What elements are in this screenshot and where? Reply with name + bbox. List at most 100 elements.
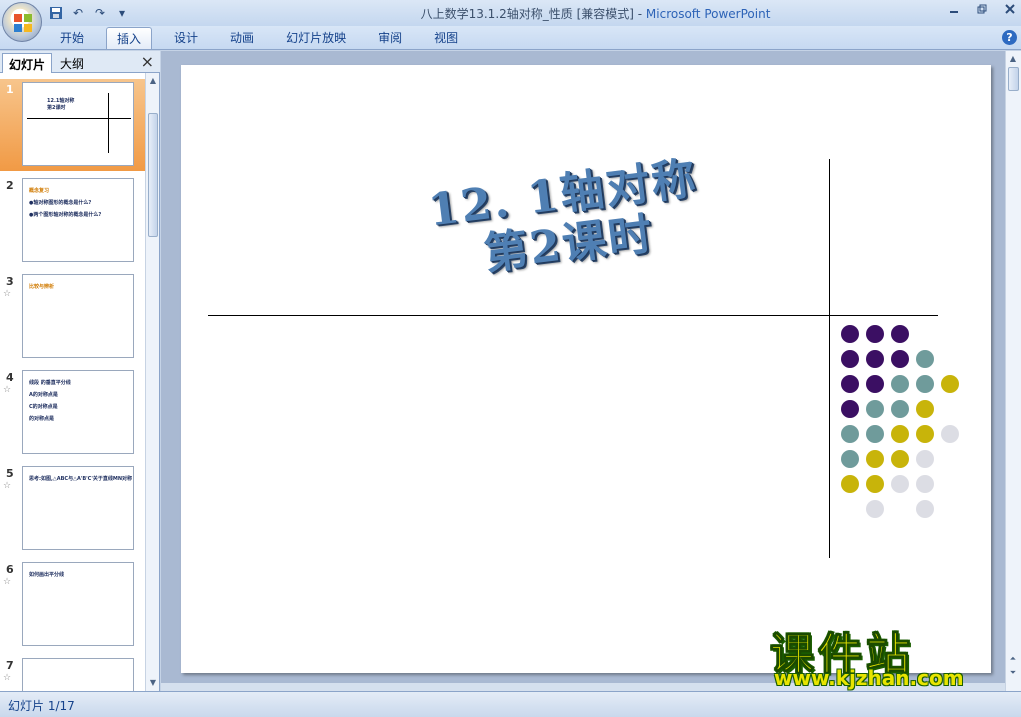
tab-animations[interactable]: 动画: [220, 27, 264, 49]
restore-icon[interactable]: [975, 2, 989, 16]
tab-review[interactable]: 审阅: [368, 27, 412, 49]
thumbnail-text: ●轴对称图形的概念是什么?: [29, 200, 92, 206]
app-name: Microsoft PowerPoint: [645, 7, 771, 21]
status-bar: 幻灯片 1/17: [0, 691, 1021, 717]
slide-thumbnail[interactable]: 7 ☆: [0, 655, 145, 691]
thumbnail-text: 第2课时: [47, 105, 66, 111]
slide-title[interactable]: 12. 1轴对称 第2课时: [361, 146, 770, 294]
panel-tabs: 幻灯片 大纲 ×: [0, 51, 160, 73]
decorative-dot: [841, 325, 859, 343]
decorative-dot: [841, 475, 859, 493]
decorative-dot: [866, 350, 884, 368]
decorative-dot: [916, 400, 934, 418]
decorative-dot: [941, 425, 959, 443]
tab-insert[interactable]: 插入: [106, 27, 153, 49]
decorative-dot: [916, 350, 934, 368]
animation-star-icon: ☆: [3, 289, 12, 299]
decorative-dot: [866, 500, 884, 518]
slide-editing-area: 12. 1轴对称 第2课时: [161, 51, 1005, 691]
scroll-up-icon[interactable]: ▲: [1007, 53, 1019, 65]
slide-indicator: 幻灯片 1/17: [8, 699, 75, 713]
document-title: 八上数学13.1.2轴对称_性质 [兼容模式] -: [420, 7, 646, 21]
thumbnail-scrollbar[interactable]: ▲ ▼: [145, 73, 159, 691]
decorative-dot: [866, 450, 884, 468]
vertical-rule: [829, 159, 830, 558]
thumbnail-rule: [108, 93, 109, 153]
decorative-dot-grid: [841, 325, 971, 525]
office-button[interactable]: [2, 2, 42, 42]
close-icon[interactable]: ×: [141, 53, 154, 71]
decorative-dot: [841, 400, 859, 418]
decorative-dot: [916, 450, 934, 468]
animation-star-icon: ☆: [3, 577, 12, 587]
thumbnail-text: A的对称点是: [29, 392, 58, 398]
thumbnail-number: 5: [6, 467, 14, 480]
tab-home[interactable]: 开始: [50, 27, 94, 49]
close-icon[interactable]: [1003, 2, 1017, 16]
ribbon-tabs: 开始 插入 设计 动画 幻灯片放映 审阅 视图: [50, 27, 480, 49]
decorative-dot: [866, 325, 884, 343]
thumbnail-preview: 概念复习 ●轴对称图形的概念是什么? ●两个图形轴对称的概念是什么?: [22, 178, 134, 262]
minimize-icon[interactable]: [947, 2, 961, 16]
slide-thumbnail[interactable]: 6 ☆ 如何画出平分线: [0, 559, 145, 651]
slide-scrollbar[interactable]: ▲ ⏶ ⏷: [1005, 51, 1021, 691]
thumbnail-number: 3: [6, 275, 14, 288]
thumbnail-text: C的对称点是: [29, 404, 58, 410]
thumbnail-preview: 12.1轴对称 第2课时: [22, 82, 134, 166]
decorative-dot: [866, 375, 884, 393]
decorative-dot: [841, 350, 859, 368]
slide-thumbnail[interactable]: 4 ☆ 线段 的垂直平分线 A的对称点是 C的对称点是 的对称点是: [0, 367, 145, 459]
window-controls: [947, 2, 1017, 16]
watermark-url: www.kjzhan.com: [774, 666, 964, 690]
scroll-up-icon[interactable]: ▲: [147, 75, 159, 87]
decorative-dot: [941, 375, 959, 393]
decorative-dot: [891, 375, 909, 393]
tab-slideshow[interactable]: 幻灯片放映: [276, 27, 356, 49]
thumbnail-rule: [27, 118, 131, 119]
thumbnail-text: 比较与辨析: [29, 284, 55, 290]
window-title: 八上数学13.1.2轴对称_性质 [兼容模式] - Microsoft Powe…: [0, 5, 1021, 22]
thumbnail-text: 概念复习: [29, 188, 50, 194]
decorative-dot: [916, 375, 934, 393]
scrollbar-thumb[interactable]: [148, 113, 158, 237]
scroll-down-icon[interactable]: ▼: [147, 677, 159, 689]
decorative-dot: [841, 375, 859, 393]
decorative-dot: [891, 425, 909, 443]
decorative-dot: [916, 475, 934, 493]
animation-star-icon: ☆: [3, 673, 12, 683]
decorative-dot: [916, 425, 934, 443]
slide-thumbnail[interactable]: 3 ☆ 比较与辨析: [0, 271, 145, 363]
help-icon[interactable]: ?: [1002, 30, 1017, 45]
decorative-dot: [891, 400, 909, 418]
thumbnail-text: 如何画出平分线: [29, 572, 65, 578]
tab-view[interactable]: 视图: [424, 27, 468, 49]
decorative-dot: [891, 350, 909, 368]
thumbnail-preview: 比较与辨析: [22, 274, 134, 358]
tab-slides[interactable]: 幻灯片: [2, 53, 53, 73]
decorative-dot: [866, 425, 884, 443]
thumbnail-preview: [22, 658, 134, 691]
thumbnail-text: ●两个图形轴对称的概念是什么?: [29, 212, 102, 218]
slides-panel: 幻灯片 大纲 × 1 12.1轴对称 第2课时 2 概念复习 ●轴对称图形的概念是什么? ●…: [0, 51, 160, 691]
thumbnail-number: 6: [6, 563, 14, 576]
horizontal-rule: [208, 315, 938, 316]
decorative-dot: [841, 425, 859, 443]
watermark: 课件站 www.kjzhan.com: [770, 618, 1005, 693]
thumbnail-number: 4: [6, 371, 14, 384]
decorative-dot: [891, 450, 909, 468]
current-slide[interactable]: 12. 1轴对称 第2课时: [181, 65, 991, 673]
scrollbar-thumb[interactable]: [1008, 67, 1019, 91]
slide-thumbnail[interactable]: 1 12.1轴对称 第2课时: [0, 79, 145, 171]
slide-thumbnails: 1 12.1轴对称 第2课时 2 概念复习 ●轴对称图形的概念是什么? ●两个图形轴对称的概…: [0, 73, 145, 691]
previous-slide-icon[interactable]: ⏶: [1007, 653, 1019, 665]
decorative-dot: [891, 475, 909, 493]
next-slide-icon[interactable]: ⏷: [1007, 667, 1019, 679]
slide-thumbnail[interactable]: 5 ☆ 思考:如图,△ABC与△A'B'C'关于直线MN对称: [0, 463, 145, 555]
title-bar: ↶ ↷ ▾ 八上数学13.1.2轴对称_性质 [兼容模式] - Microsof…: [0, 0, 1021, 42]
tab-outline[interactable]: 大纲: [54, 53, 90, 73]
thumbnail-number: 2: [6, 179, 14, 192]
thumbnail-text: 12.1轴对称: [47, 98, 75, 104]
tab-design[interactable]: 设计: [164, 27, 208, 49]
thumbnail-number: 1: [6, 83, 14, 96]
slide-thumbnail[interactable]: 2 概念复习 ●轴对称图形的概念是什么? ●两个图形轴对称的概念是什么?: [0, 175, 145, 267]
